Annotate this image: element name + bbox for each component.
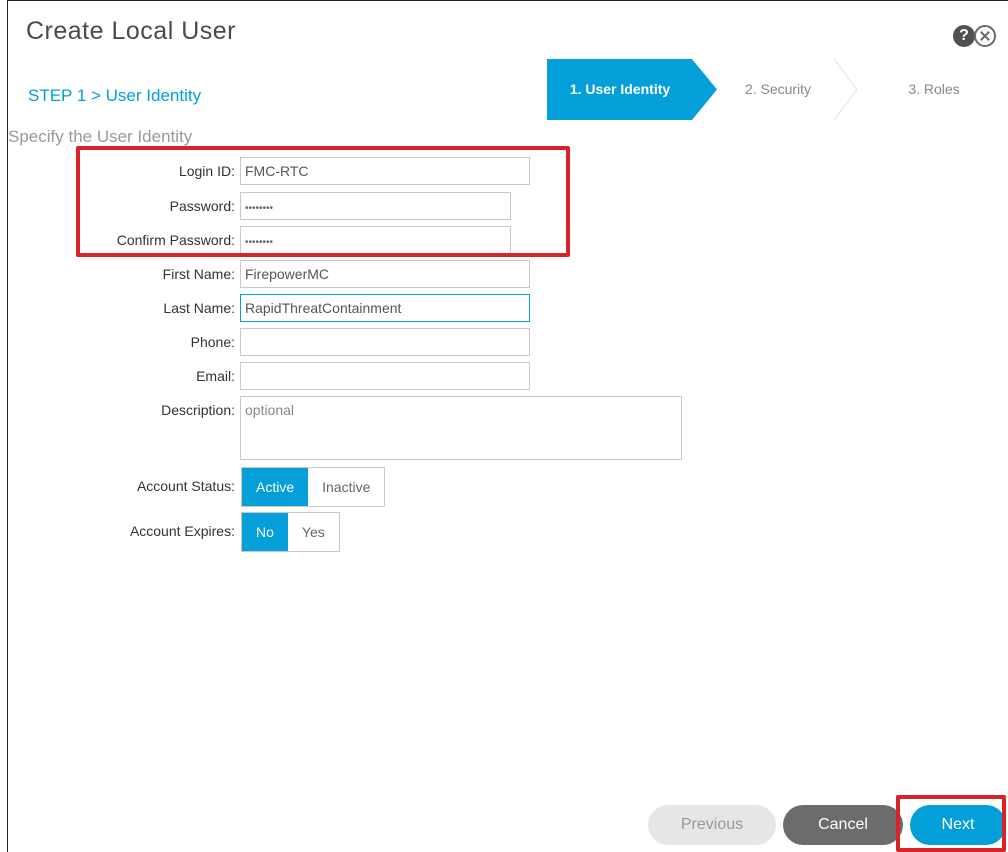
- dialog-title: Create Local User: [26, 17, 236, 45]
- login-id-row: Login ID:: [8, 157, 235, 185]
- account-expires-no-option[interactable]: No: [242, 513, 288, 551]
- description-label: Description:: [161, 402, 235, 418]
- confirm-password-label: Confirm Password:: [116, 232, 235, 248]
- phone-row: Phone:: [8, 328, 235, 356]
- wizard-step-roles[interactable]: 3. Roles: [843, 59, 1008, 120]
- wizard-step-label: 3. Roles: [908, 81, 960, 97]
- email-label: Email:: [196, 368, 235, 384]
- description-row: Description:: [8, 396, 235, 424]
- previous-button[interactable]: Previous: [648, 805, 776, 845]
- chevron-separator-icon: [833, 59, 858, 120]
- account-expires-yes-option[interactable]: Yes: [287, 513, 339, 551]
- account-status-inactive-option[interactable]: Inactive: [308, 468, 385, 506]
- phone-field[interactable]: [240, 328, 530, 356]
- login-id-field[interactable]: FMC-RTC: [240, 157, 530, 185]
- password-field[interactable]: ••••••••: [240, 192, 511, 220]
- section-title: Specify the User Identity: [8, 127, 193, 146]
- login-id-label: Login ID:: [178, 163, 235, 179]
- question-mark-icon[interactable]: ?: [953, 25, 975, 47]
- wizard-step-label: 2. Security: [744, 81, 812, 97]
- wizard-step-user-identity[interactable]: 1. User Identity: [547, 59, 717, 120]
- account-expires-row: Account Expires:: [8, 513, 235, 541]
- first-name-row: First Name:: [8, 260, 235, 288]
- confirm-password-field[interactable]: ••••••••: [240, 226, 511, 254]
- next-button[interactable]: Next: [910, 805, 1006, 845]
- last-name-row: Last Name:: [8, 294, 235, 322]
- wizard-step-label: 1. User Identity: [569, 81, 671, 97]
- account-status-label: Account Status:: [136, 478, 235, 494]
- create-local-user-dialog: Create Local User ? STEP 1 > User Identi…: [7, 0, 1008, 852]
- account-status-row: Account Status:: [8, 468, 235, 496]
- account-status-toggle: Active Inactive: [241, 467, 386, 507]
- wizard-step-security[interactable]: 2. Security: [695, 59, 845, 120]
- account-status-active-option[interactable]: Active: [242, 468, 309, 506]
- account-expires-toggle: No Yes: [241, 512, 340, 552]
- last-name-field[interactable]: RapidThreatContainment: [240, 294, 530, 322]
- wizard-steps: 3. Roles 2. Security 1. User Identity: [547, 59, 1008, 120]
- password-label: Password:: [169, 198, 235, 214]
- first-name-label: First Name:: [162, 266, 235, 282]
- cancel-button[interactable]: Cancel: [783, 805, 903, 845]
- password-row: Password:: [8, 192, 235, 220]
- step-heading: STEP 1 > User Identity: [28, 86, 202, 105]
- first-name-field[interactable]: FirepowerMC: [240, 260, 530, 288]
- email-row: Email:: [8, 362, 235, 390]
- confirm-password-row: Confirm Password:: [8, 226, 235, 254]
- close-icon[interactable]: [974, 25, 996, 47]
- account-expires-label: Account Expires:: [129, 523, 235, 539]
- description-field[interactable]: optional: [240, 396, 682, 460]
- email-field[interactable]: [240, 362, 530, 390]
- phone-label: Phone:: [190, 334, 235, 350]
- last-name-label: Last Name:: [163, 300, 235, 316]
